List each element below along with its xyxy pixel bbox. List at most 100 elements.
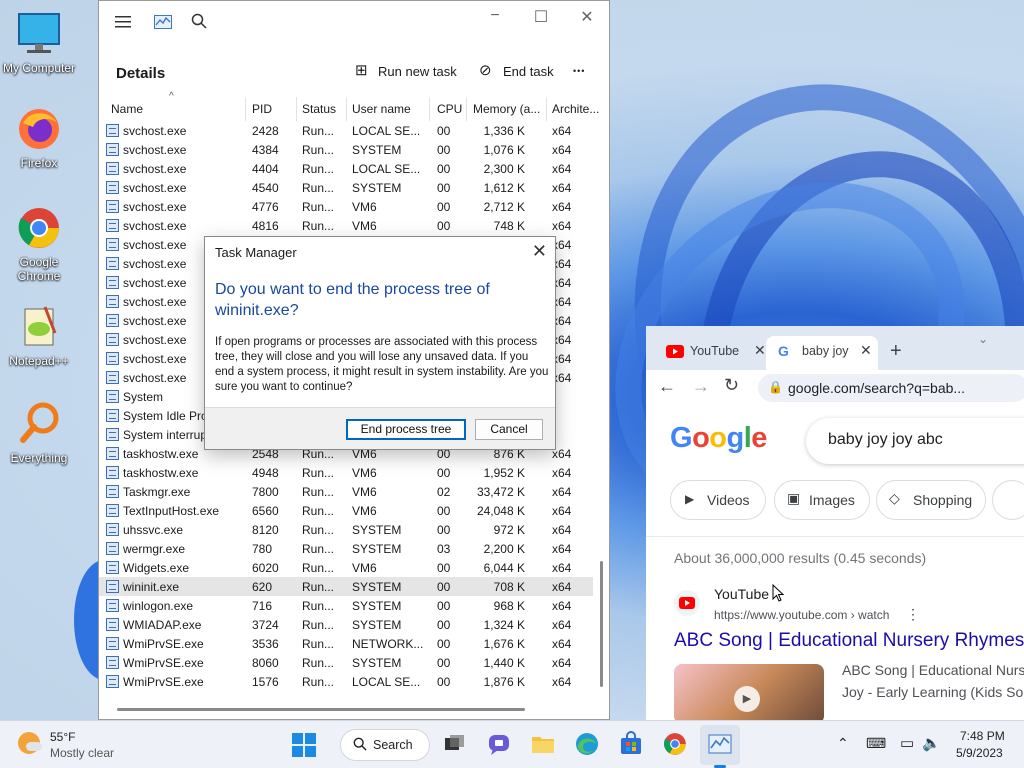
table-row[interactable]: svchost.exe 2428 Run... LOCAL SE... 00 1,336 … xyxy=(99,121,593,140)
process-status: Run... xyxy=(302,618,335,632)
column-architecture[interactable]: Archite... xyxy=(552,102,599,116)
chip-more[interactable] xyxy=(992,480,1024,520)
table-row[interactable]: WmiPrvSE.exe 8060 Run... SYSTEM 00 1,440 K x64 xyxy=(99,653,593,672)
desktop-icon-notepadpp[interactable]: Notepad++ xyxy=(0,303,78,368)
edge-icon[interactable] xyxy=(574,731,600,757)
back-icon[interactable]: ← xyxy=(658,376,676,397)
result-title-link[interactable]: ABC Song | Educational Nursery Rhymes xyxy=(674,630,1024,652)
file-explorer-icon[interactable] xyxy=(530,731,556,757)
task-manager-icon[interactable] xyxy=(707,731,733,757)
column-pid[interactable]: PID xyxy=(252,102,272,116)
more-vert-icon[interactable]: ⋮ xyxy=(906,606,920,623)
table-row[interactable]: wininit.exe 620 Run... SYSTEM 00 708 K x64 xyxy=(99,577,593,596)
divider xyxy=(429,97,430,121)
chip-images[interactable]: ▣ Images xyxy=(774,480,870,520)
table-row[interactable]: WmiPrvSE.exe 1576 Run... LOCAL SE... 00 1,876… xyxy=(99,672,593,691)
chip-shopping[interactable]: ◇ Shopping xyxy=(876,480,986,520)
chrome-icon xyxy=(15,204,63,252)
more-options-button[interactable]: ••• xyxy=(573,66,585,76)
process-icon xyxy=(106,656,119,669)
network-icon[interactable]: ▭ xyxy=(900,734,914,752)
table-row[interactable]: Widgets.exe 6020 Run... VM6 00 6,044 K x64 xyxy=(99,558,593,577)
tab-youtube[interactable]: YouTube ✕ xyxy=(658,336,768,370)
column-memory[interactable]: Memory (a... xyxy=(473,102,540,116)
task-view-icon[interactable] xyxy=(442,731,468,757)
column-status[interactable]: Status xyxy=(302,102,336,116)
process-name: Taskmgr.exe xyxy=(123,485,191,499)
tab-google-search[interactable]: G baby joy ✕ xyxy=(766,336,878,370)
chevron-down-icon[interactable]: ⌄ xyxy=(978,332,988,346)
search-icon[interactable] xyxy=(191,13,207,34)
taskbar-search[interactable]: Search xyxy=(340,729,430,761)
notifications-button[interactable] xyxy=(1016,721,1024,768)
store-icon[interactable] xyxy=(618,731,644,757)
clock-time[interactable]: 7:48 PM xyxy=(960,729,1005,743)
close-button[interactable]: ✕ xyxy=(569,7,605,27)
process-pid: 4776 xyxy=(252,200,279,214)
video-thumbnail[interactable]: ▶ xyxy=(674,664,824,720)
clock-date[interactable]: 5/9/2023 xyxy=(956,746,1003,760)
table-row[interactable]: svchost.exe 4384 Run... SYSTEM 00 1,076 K x64 xyxy=(99,140,593,159)
address-bar[interactable]: 🔒 google.com/search?q=bab... xyxy=(758,374,1024,402)
table-row[interactable]: svchost.exe 4776 Run... VM6 00 2,712 K x64 xyxy=(99,197,593,216)
close-icon[interactable]: ✕ xyxy=(754,342,766,359)
column-cpu[interactable]: CPU xyxy=(437,102,462,116)
vertical-scrollbar[interactable] xyxy=(600,561,603,687)
forward-icon[interactable]: → xyxy=(692,376,710,397)
table-row[interactable]: taskhostw.exe 4948 Run... VM6 00 1,952 K x64 xyxy=(99,463,593,482)
maximize-button[interactable]: ☐ xyxy=(523,7,559,27)
process-arch: x64 xyxy=(552,143,572,157)
chrome-icon[interactable] xyxy=(662,731,688,757)
start-icon[interactable] xyxy=(292,733,318,759)
table-row[interactable]: wermgr.exe 780 Run... SYSTEM 03 2,200 K x64 xyxy=(99,539,593,558)
chat-icon[interactable] xyxy=(486,731,512,757)
divider xyxy=(646,536,1024,537)
weather-temp: 55°F xyxy=(50,730,76,744)
weather-widget[interactable]: 55°F Mostly clear xyxy=(14,727,134,763)
desktop-icon-firefox[interactable]: Firefox xyxy=(0,105,78,170)
cancel-button[interactable]: Cancel xyxy=(475,419,543,440)
desktop-icon-my-computer[interactable]: My Computer xyxy=(0,10,78,75)
table-row[interactable]: svchost.exe 4816 Run... VM6 00 748 K x64 xyxy=(99,216,593,235)
desktop-icon-chrome[interactable]: Google Chrome xyxy=(0,204,78,283)
table-row[interactable]: uhssvc.exe 8120 Run... SYSTEM 00 972 K x64 xyxy=(99,520,593,539)
title-bar: − ☐ ✕ xyxy=(99,1,609,43)
horizontal-scrollbar[interactable] xyxy=(117,708,525,711)
table-row[interactable]: svchost.exe 4404 Run... LOCAL SE... 00 2,300 … xyxy=(99,159,593,178)
process-icon xyxy=(106,352,119,365)
table-row[interactable]: TextInputHost.exe 6560 Run... VM6 00 24,048 K… xyxy=(99,501,593,520)
table-row[interactable]: Taskmgr.exe 7800 Run... VM6 02 33,472 K x64 xyxy=(99,482,593,501)
result-url[interactable]: https://www.youtube.com › watch xyxy=(714,608,889,622)
process-name: wermgr.exe xyxy=(123,542,186,556)
desktop-icon-everything[interactable]: Everything xyxy=(0,400,78,465)
chip-videos[interactable]: ▶ Videos xyxy=(670,480,766,520)
keyboard-icon[interactable]: ⌨ xyxy=(866,735,886,752)
table-row[interactable]: WmiPrvSE.exe 3536 Run... NETWORK... 00 1,676 … xyxy=(99,634,593,653)
process-status: Run... xyxy=(302,143,335,157)
process-arch: x64 xyxy=(552,200,572,214)
chevron-up-icon[interactable]: ⌃ xyxy=(837,735,849,752)
process-name: svchost.exe xyxy=(123,314,187,328)
result-source[interactable]: YouTube xyxy=(714,586,769,602)
table-row[interactable]: svchost.exe 4540 Run... SYSTEM 00 1,612 K x64 xyxy=(99,178,593,197)
volume-icon[interactable]: 🔈 xyxy=(922,734,941,752)
column-name[interactable]: Name xyxy=(111,102,143,116)
end-process-tree-button[interactable]: End process tree xyxy=(346,419,466,440)
close-icon[interactable]: ✕ xyxy=(860,342,872,359)
new-tab-icon[interactable]: + xyxy=(890,340,902,363)
process-memory: 1,876 K xyxy=(483,675,525,689)
table-row[interactable]: WMIADAP.exe 3724 Run... SYSTEM 00 1,324 K x64 xyxy=(99,615,593,634)
table-row[interactable]: winlogon.exe 716 Run... SYSTEM 00 968 K x64 xyxy=(99,596,593,615)
process-name: wininit.exe xyxy=(123,580,180,594)
process-pid: 2428 xyxy=(252,124,279,138)
minimize-button[interactable]: − xyxy=(477,7,513,25)
command-bar: Details ⊞ Run new task ⊘ End task ••• xyxy=(116,62,586,82)
process-user: SYSTEM xyxy=(352,143,402,157)
search-box[interactable]: baby joy joy abc xyxy=(806,418,1024,464)
reload-icon[interactable]: ↻ xyxy=(724,375,739,396)
hamburger-menu-icon[interactable] xyxy=(115,15,131,34)
close-icon[interactable]: ✕ xyxy=(532,241,547,262)
dialog-question: Do you want to end the process tree of w… xyxy=(215,281,490,319)
column-username[interactable]: User name xyxy=(352,102,411,116)
google-logo[interactable]: Google xyxy=(670,422,767,455)
